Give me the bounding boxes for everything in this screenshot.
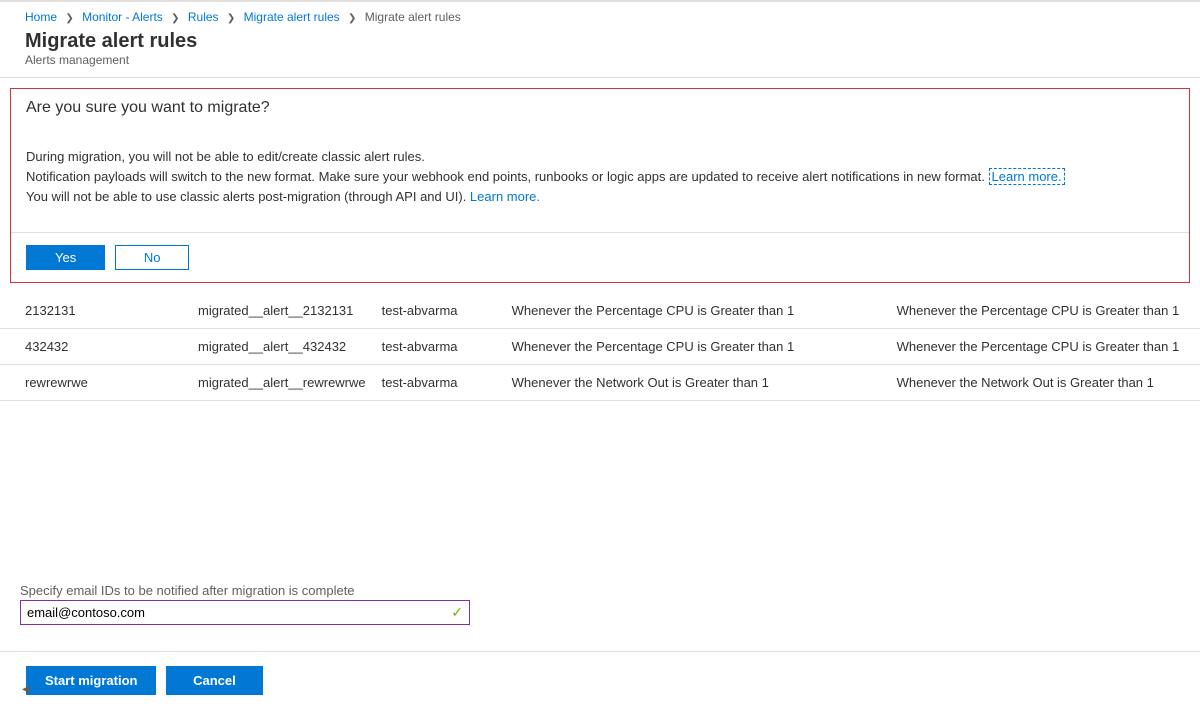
rule-condition2: Whenever the Percentage CPU is Greater t…: [889, 293, 1200, 329]
bottom-section: Specify email IDs to be notified after m…: [20, 583, 1180, 695]
footer-button-row: Start migration Cancel: [0, 651, 1200, 695]
breadcrumb-current: Migrate alert rules: [365, 10, 461, 24]
header-divider: [0, 77, 1200, 78]
learn-more-link-classic[interactable]: Learn more.: [470, 189, 540, 204]
breadcrumb-migrate-alert-rules[interactable]: Migrate alert rules: [244, 10, 340, 24]
rules-table: 2132131 migrated__alert__2132131 test-ab…: [0, 293, 1200, 401]
breadcrumb-home[interactable]: Home: [25, 10, 57, 24]
email-input[interactable]: [27, 603, 447, 622]
chevron-right-icon: ❯: [60, 13, 78, 24]
confirm-title: Are you sure you want to migrate?: [26, 99, 1174, 117]
rule-name: migrated__alert__rewrewrwe: [190, 365, 374, 401]
rule-id: 432432: [0, 329, 190, 365]
confirm-line1: During migration, you will not be able t…: [26, 149, 425, 164]
rule-condition: Whenever the Network Out is Greater than…: [504, 365, 889, 401]
confirm-line3-prefix: You will not be able to use classic aler…: [26, 189, 470, 204]
rule-resource: test-abvarma: [374, 293, 504, 329]
start-migration-button[interactable]: Start migration: [26, 666, 156, 695]
page-header: Migrate alert rules Alerts management: [0, 30, 1200, 77]
breadcrumb-rules[interactable]: Rules: [188, 10, 219, 24]
rule-condition: Whenever the Percentage CPU is Greater t…: [504, 293, 889, 329]
page-subtitle: Alerts management: [25, 53, 1175, 67]
confirm-button-row: Yes No: [26, 233, 1174, 270]
rule-id: 2132131: [0, 293, 190, 329]
check-icon: ✓: [451, 604, 463, 621]
rule-resource: test-abvarma: [374, 365, 504, 401]
rule-condition2: Whenever the Network Out is Greater than…: [889, 365, 1200, 401]
page-title: Migrate alert rules: [25, 30, 1175, 53]
learn-more-link-payloads[interactable]: Learn more.: [989, 168, 1065, 185]
rule-resource: test-abvarma: [374, 329, 504, 365]
breadcrumb: Home ❯ Monitor - Alerts ❯ Rules ❯ Migrat…: [0, 2, 1200, 30]
table-row[interactable]: 2132131 migrated__alert__2132131 test-ab…: [0, 293, 1200, 329]
email-label: Specify email IDs to be notified after m…: [20, 583, 1180, 598]
table-row[interactable]: 432432 migrated__alert__432432 test-abva…: [0, 329, 1200, 365]
rule-name: migrated__alert__432432: [190, 329, 374, 365]
confirm-dialog: Are you sure you want to migrate? During…: [10, 88, 1190, 283]
yes-button[interactable]: Yes: [26, 245, 105, 270]
breadcrumb-monitor-alerts[interactable]: Monitor - Alerts: [82, 10, 163, 24]
rule-name: migrated__alert__2132131: [190, 293, 374, 329]
email-input-wrap[interactable]: ✓: [20, 600, 470, 625]
scroll-left-icon[interactable]: ◀: [22, 684, 30, 695]
confirm-line2-prefix: Notification payloads will switch to the…: [26, 169, 989, 184]
rule-id: rewrewrwe: [0, 365, 190, 401]
rule-condition: Whenever the Percentage CPU is Greater t…: [504, 329, 889, 365]
chevron-right-icon: ❯: [343, 13, 361, 24]
chevron-right-icon: ❯: [166, 13, 184, 24]
confirm-body: During migration, you will not be able t…: [26, 147, 1174, 207]
rule-condition2: Whenever the Percentage CPU is Greater t…: [889, 329, 1200, 365]
cancel-button[interactable]: Cancel: [166, 666, 263, 695]
table-row[interactable]: rewrewrwe migrated__alert__rewrewrwe tes…: [0, 365, 1200, 401]
chevron-right-icon: ❯: [222, 13, 240, 24]
no-button[interactable]: No: [115, 245, 190, 270]
